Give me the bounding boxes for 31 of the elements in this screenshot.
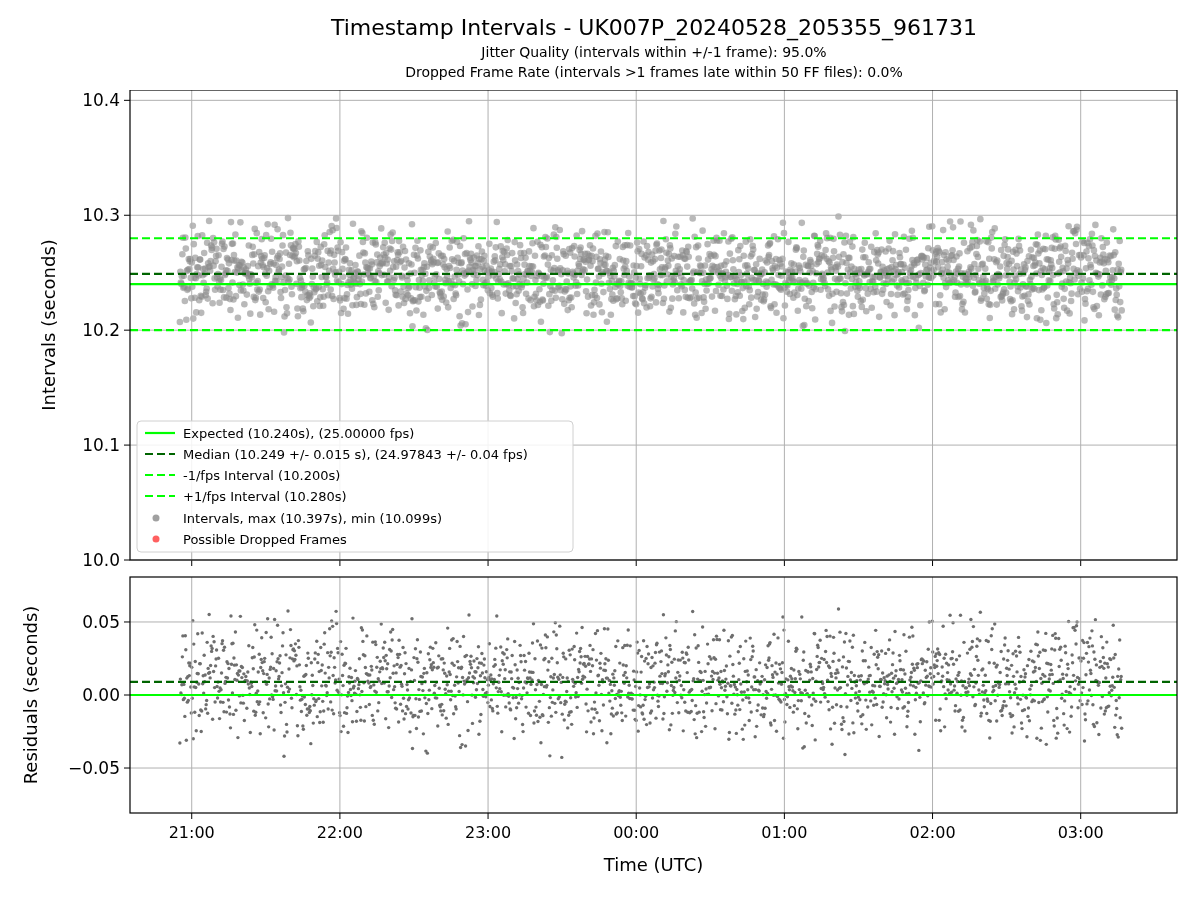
chart-subtitle: Dropped Frame Rate (intervals >1 frames late within 50 FF files): 0.0% — [405, 63, 903, 82]
legend-line-swatch — [145, 473, 175, 477]
chart-subtitle: Jitter Quality (intervals within +/-1 frame): 95.0% — [481, 43, 827, 62]
y-axis-label: Intervals (seconds) — [38, 239, 59, 411]
y-tick-label: 10.4 — [82, 90, 120, 111]
legend-line-swatch — [145, 431, 175, 435]
x-tick-label: 21:00 — [168, 823, 215, 842]
legend-label: Median (10.249 +/- 0.015 s), (24.97843 +/- 0.04 fps) — [183, 447, 528, 462]
y-tick-label: 10.3 — [82, 205, 120, 226]
legend-label: Expected (10.240s), (25.00000 fps) — [183, 426, 415, 441]
y-axis-label: Residuals (seconds) — [20, 605, 41, 785]
y-tick-label: −0.05 — [67, 758, 120, 778]
x-tick-label: 23:00 — [465, 823, 512, 842]
legend-label: Intervals, max (10.397s), min (10.099s) — [183, 511, 442, 526]
y-tick-label: 10.0 — [82, 550, 120, 570]
legend-label: -1/fps Interval (10.200s) — [183, 468, 341, 483]
legend-line-swatch — [145, 452, 175, 456]
x-tick-label: 02:00 — [909, 823, 956, 842]
x-axis-label: Time (UTC) — [603, 854, 704, 875]
x-tick-label: 01:00 — [761, 823, 808, 842]
y-tick-label: 10.1 — [82, 435, 120, 456]
x-tick-label: 03:00 — [1057, 823, 1104, 842]
y-tick-label: 0.00 — [82, 685, 120, 705]
chart-title: Timestamp Intervals - UK007P_20240528_205355_961731 — [330, 14, 978, 42]
x-tick-label: 22:00 — [316, 823, 363, 842]
y-tick-label: 0.05 — [82, 612, 120, 632]
y-tick-label: 10.2 — [82, 320, 120, 341]
x-tick-label: 00:00 — [613, 823, 660, 842]
legend-label: Possible Dropped Frames — [183, 532, 347, 547]
legend-line-swatch — [145, 494, 175, 498]
legend-label: +1/fps Interval (10.280s) — [183, 489, 347, 504]
